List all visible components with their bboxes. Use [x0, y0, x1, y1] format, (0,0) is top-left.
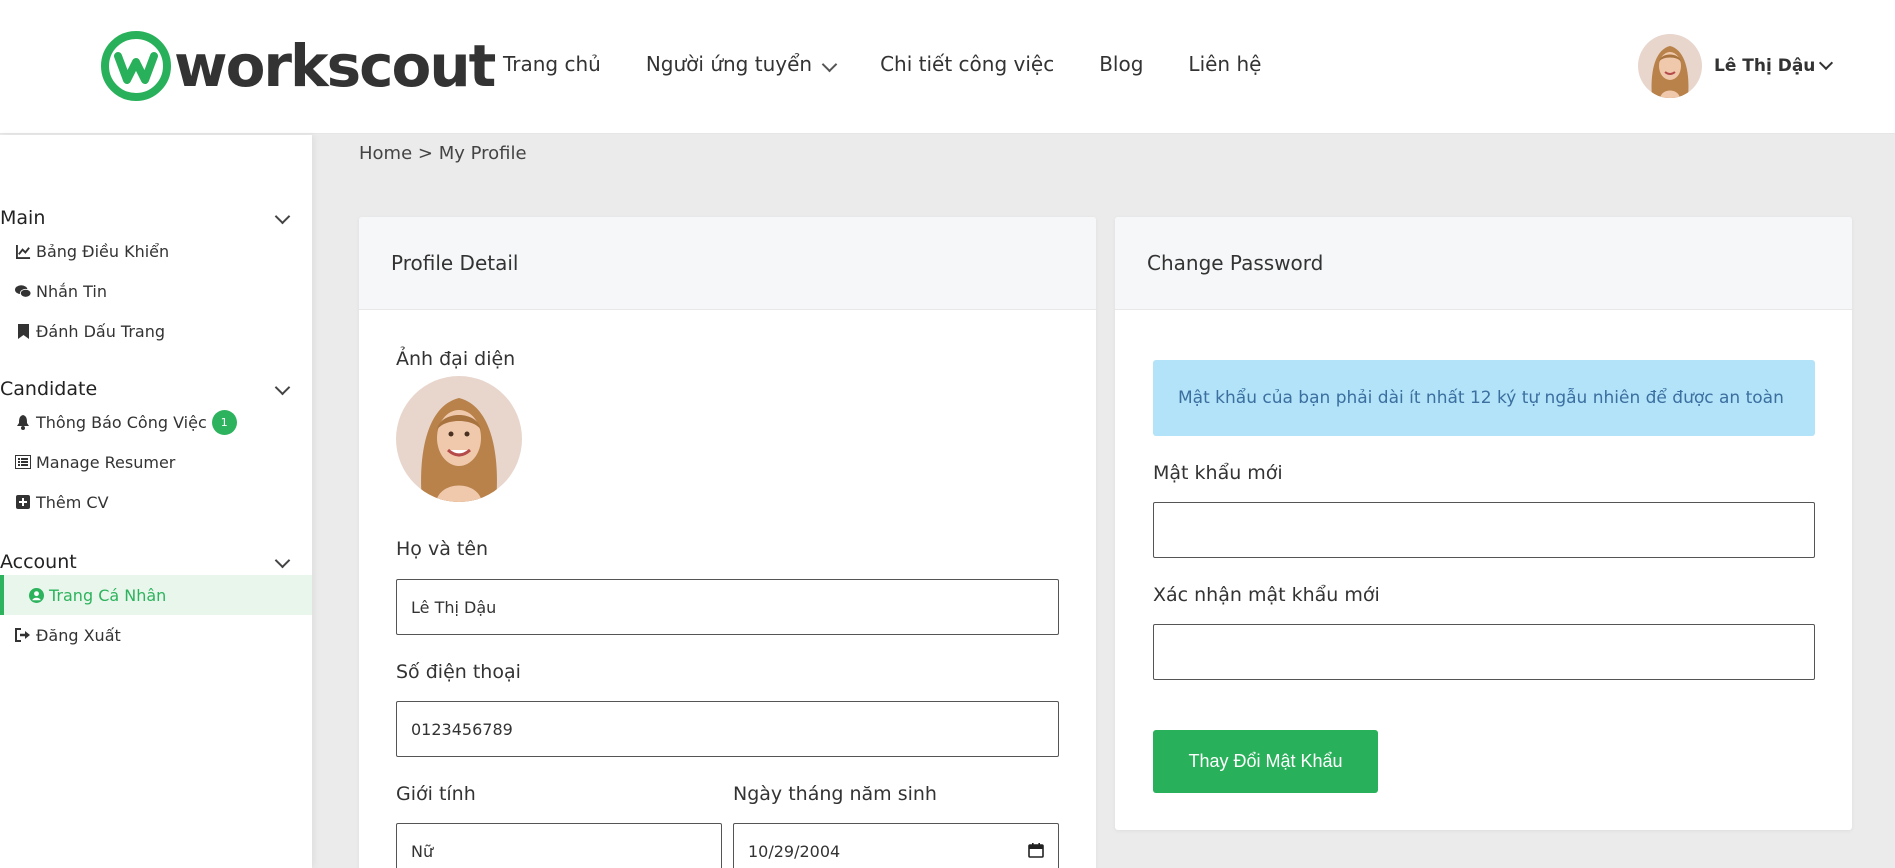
logo[interactable]: workscout	[100, 30, 496, 102]
nav-blog[interactable]: Blog	[1099, 52, 1143, 76]
card-title: Change Password	[1115, 217, 1852, 310]
sidebar-item-label: Nhắn Tin	[36, 281, 108, 301]
sidebar-item-profile[interactable]: Trang Cá Nhân	[0, 575, 312, 615]
sidebar-item-add-cv[interactable]: Thêm CV	[0, 482, 312, 522]
nav-home[interactable]: Trang chủ	[503, 52, 601, 76]
confirm-password-field[interactable]	[1153, 624, 1815, 680]
sidebar-section-account: Account Trang Cá Nhân Đăng Xuất	[0, 549, 312, 655]
user-name: Lê Thị Dậu	[1714, 56, 1816, 76]
sidebar-item-bookmarks[interactable]: Đánh Dấu Trang	[0, 311, 312, 351]
new-password-label: Mật khẩu mới	[1153, 462, 1283, 484]
sidebar: Main Bảng Điều Khiển Nhắn Tin Đánh Dấu T…	[0, 135, 312, 868]
sidebar-item-manage-resume[interactable]: Manage Resumer	[0, 442, 312, 482]
nav-candidates[interactable]: Người ứng tuyển	[645, 52, 838, 76]
sidebar-section-main: Main Bảng Điều Khiển Nhắn Tin Đánh Dấu T…	[0, 205, 312, 351]
card-title: Profile Detail	[359, 217, 1096, 310]
breadcrumb-current: My Profile	[438, 143, 527, 164]
sidebar-item-messages[interactable]: Nhắn Tin	[0, 271, 312, 311]
breadcrumb-home[interactable]: Home	[359, 143, 412, 164]
sidebar-item-label: Thêm CV	[36, 492, 109, 512]
chevron-down-icon	[274, 552, 291, 569]
name-label: Họ và tên	[396, 538, 489, 560]
sidebar-item-label: Đánh Dấu Trang	[36, 321, 166, 341]
dob-field[interactable]	[733, 823, 1059, 868]
sign-out-icon	[15, 627, 31, 643]
new-password-field[interactable]	[1153, 502, 1815, 558]
dob-label: Ngày tháng năm sinh	[733, 783, 937, 805]
section-title-text: Main	[0, 207, 46, 229]
new-password-input[interactable]	[1168, 503, 1814, 557]
avatar-photo-icon	[396, 376, 522, 502]
bell-icon	[15, 414, 31, 430]
section-title-text: Candidate	[0, 378, 98, 400]
nav-contact[interactable]: Liên hệ	[1188, 52, 1261, 76]
avatar-photo-icon	[1638, 34, 1702, 98]
nav-job-detail-label: Chi tiết công việc	[880, 52, 1055, 76]
sidebar-item-label: Manage Resumer	[36, 452, 176, 472]
user-menu[interactable]: Lê Thị Dậu	[1638, 34, 1834, 98]
chevron-down-icon	[274, 379, 291, 396]
name-input[interactable]	[411, 580, 1058, 634]
calendar-icon[interactable]	[1028, 842, 1044, 858]
sidebar-section-candidate: Candidate Thông Báo Công Việc 1 Manage R…	[0, 376, 312, 522]
plus-square-icon	[15, 494, 31, 510]
profile-avatar[interactable]	[396, 376, 522, 502]
password-notice: Mật khẩu của bạn phải dài ít nhất 12 ký …	[1153, 360, 1815, 436]
sidebar-item-label: Bảng Điều Khiển	[36, 241, 170, 261]
confirm-password-label: Xác nhận mật khẩu mới	[1153, 584, 1380, 606]
sidebar-item-logout[interactable]: Đăng Xuất	[0, 615, 312, 655]
nav-contact-label: Liên hệ	[1188, 52, 1262, 76]
section-title-text: Account	[0, 551, 77, 573]
sidebar-item-label: Đăng Xuất	[36, 625, 121, 645]
workscout-logo-icon	[101, 31, 171, 101]
sidebar-item-label: Thông Báo Công Việc	[36, 412, 207, 432]
sidebar-item-job-alerts[interactable]: Thông Báo Công Việc 1	[0, 402, 312, 442]
breadcrumb: Home > My Profile	[359, 143, 527, 164]
brand-name: workscout	[174, 32, 496, 100]
gender-field[interactable]	[396, 823, 722, 868]
sidebar-section-title[interactable]: Candidate	[0, 376, 312, 402]
gender-label: Giới tính	[396, 783, 476, 805]
phone-label: Số điện thoại	[396, 661, 521, 683]
nav-blog-label: Blog	[1099, 52, 1144, 76]
avatar-label: Ảnh đại diện	[396, 348, 516, 370]
nav-candidates-label: Người ứng tuyển	[645, 52, 813, 76]
phone-input[interactable]	[411, 702, 1058, 756]
chevron-down-icon	[274, 208, 291, 225]
chevron-down-icon	[821, 56, 838, 72]
nav-job-detail[interactable]: Chi tiết công việc	[880, 52, 1054, 76]
chevron-down-icon	[1819, 55, 1834, 71]
bookmark-icon	[15, 323, 31, 339]
avatar[interactable]	[1638, 34, 1702, 98]
list-icon	[15, 454, 31, 470]
sidebar-item-dashboard[interactable]: Bảng Điều Khiển	[0, 231, 312, 271]
change-password-button[interactable]: Thay Đổi Mật Khẩu	[1153, 730, 1378, 793]
top-header: workscout Trang chủ Người ứng tuyển Chi …	[0, 0, 1895, 134]
dob-input[interactable]	[748, 824, 1058, 868]
notification-badge: 1	[211, 409, 237, 435]
name-field[interactable]	[396, 579, 1059, 635]
chat-icon	[15, 283, 31, 299]
phone-field[interactable]	[396, 701, 1059, 757]
chart-line-icon	[15, 243, 31, 259]
nav-home-label: Trang chủ	[503, 52, 601, 76]
breadcrumb-separator: >	[412, 143, 439, 164]
confirm-password-input[interactable]	[1168, 625, 1814, 679]
main-nav: Trang chủ Người ứng tuyển Chi tiết công …	[503, 52, 1306, 76]
sidebar-item-label: Trang Cá Nhân	[49, 585, 167, 605]
user-circle-icon	[28, 587, 44, 603]
sidebar-section-title[interactable]: Account	[0, 549, 312, 575]
sidebar-section-title[interactable]: Main	[0, 205, 312, 231]
gender-input[interactable]	[411, 824, 721, 868]
